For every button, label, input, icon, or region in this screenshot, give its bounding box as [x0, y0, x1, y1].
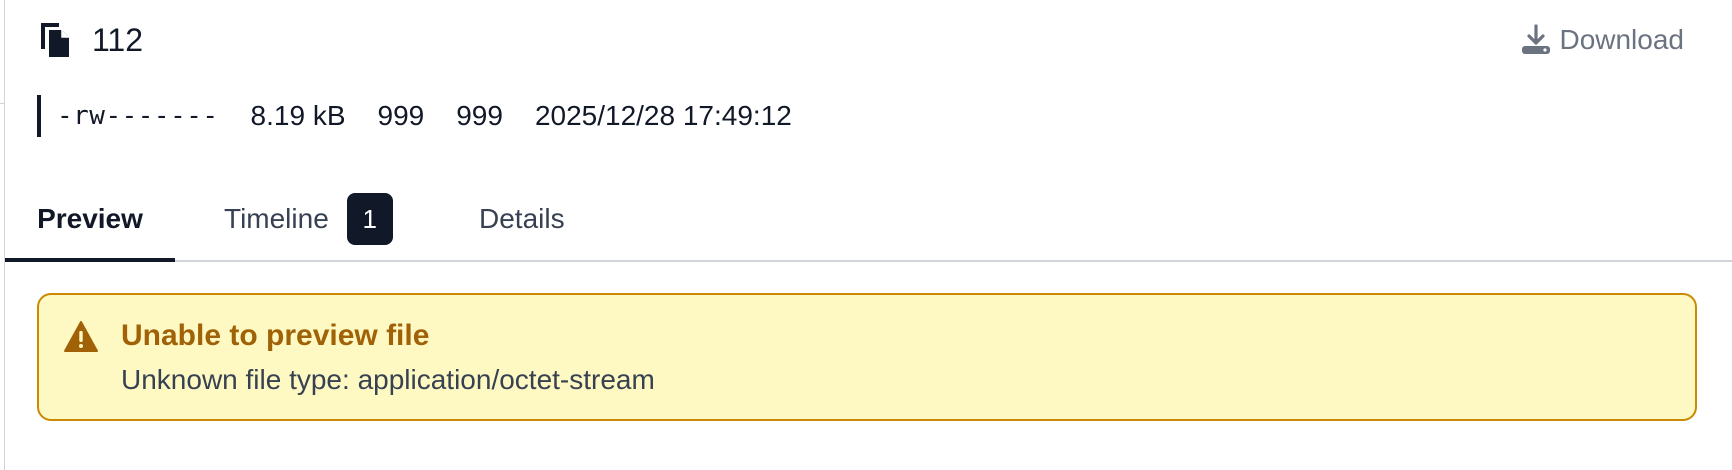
- tab-timeline-label: Timeline: [224, 203, 329, 234]
- download-icon: [1519, 23, 1559, 57]
- active-tab-indicator: [5, 258, 175, 262]
- edge-divider: [0, 103, 4, 104]
- file-size: 8.19 kB: [250, 100, 346, 131]
- file-copy-icon: [38, 20, 76, 60]
- download-label: Download: [1559, 24, 1684, 55]
- tab-preview-label: Preview: [37, 203, 143, 234]
- file-meta: -rw------- 8.19 kB 999 999 2025/12/28 17…: [37, 95, 824, 137]
- file-gid: 999: [456, 100, 503, 131]
- file-header: 112: [38, 18, 143, 62]
- file-uid: 999: [377, 100, 425, 131]
- download-button[interactable]: Download: [1519, 22, 1684, 58]
- preview-warning-alert: Unable to preview file Unknown file type…: [37, 293, 1697, 421]
- file-modified: 2025/12/28 17:49:12: [534, 100, 792, 131]
- tab-details-label: Details: [479, 203, 565, 234]
- alert-title: Unable to preview file: [121, 319, 430, 352]
- timeline-count-badge: 1: [346, 193, 393, 245]
- tab-preview[interactable]: Preview: [5, 178, 175, 262]
- alert-message: Unknown file type: application/octet-str…: [121, 364, 655, 395]
- file-name: 112: [92, 22, 144, 58]
- tab-details[interactable]: Details: [479, 178, 565, 260]
- file-permissions: -rw-------: [57, 101, 219, 131]
- tab-bar: Preview Timeline 1 Details: [5, 178, 1732, 262]
- tab-timeline[interactable]: Timeline 1: [224, 178, 393, 260]
- warning-icon: [63, 320, 99, 354]
